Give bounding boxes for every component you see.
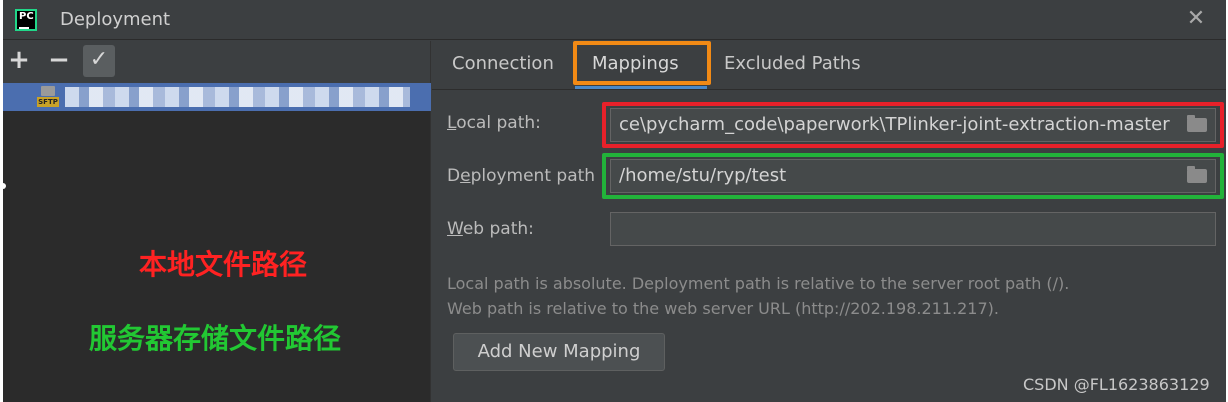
close-icon[interactable]: ✕ xyxy=(1183,6,1209,32)
add-server-button[interactable]: + xyxy=(3,45,35,77)
deployment-dialog: PC Deployment ✕ + − ✓ SFTP 本地文件路径 服务器存储文… xyxy=(0,0,1226,402)
web-path-field[interactable] xyxy=(610,212,1216,246)
help-line-2: Web path is relative to the web server U… xyxy=(447,299,999,318)
csdn-watermark: CSDN @FL1623863129 xyxy=(1023,375,1210,394)
pycharm-app-icon: PC xyxy=(15,9,37,31)
server-list-item-selected[interactable]: SFTP xyxy=(3,83,431,111)
server-list-panel: + − ✓ SFTP 本地文件路径 服务器存储文件路径 xyxy=(3,41,431,402)
server-name-redacted xyxy=(65,87,410,107)
mappings-panel: Connection Mappings Excluded Paths Local… xyxy=(432,41,1226,402)
tab-divider xyxy=(432,89,1226,90)
help-line-1: Local path is absolute. Deployment path … xyxy=(447,274,1070,293)
server-list-toolbar: + − ✓ xyxy=(3,41,430,83)
sftp-server-icon: SFTP xyxy=(37,86,59,108)
window-title: Deployment xyxy=(60,9,171,30)
set-default-check-button[interactable]: ✓ xyxy=(83,45,115,77)
remove-server-button[interactable]: − xyxy=(43,45,75,77)
tab-excluded-paths[interactable]: Excluded Paths xyxy=(724,41,861,87)
deployment-path-label: Deployment path xyxy=(447,166,596,186)
title-bar: PC Deployment ✕ xyxy=(3,0,1226,40)
splitter-handle[interactable] xyxy=(0,183,6,189)
highlight-local-path xyxy=(602,102,1224,148)
web-path-label: Web path: xyxy=(447,219,534,239)
local-path-label: Local path: xyxy=(447,113,541,133)
highlight-deployment-path xyxy=(602,153,1224,199)
annotation-local-path: 本地文件路径 xyxy=(139,248,308,281)
add-new-mapping-button[interactable]: Add New Mapping xyxy=(453,333,665,371)
tab-connection[interactable]: Connection xyxy=(452,41,554,87)
highlight-mappings-tab xyxy=(573,41,711,85)
annotation-server-path: 服务器存储文件路径 xyxy=(89,322,342,355)
mapping-help-text: Local path is absolute. Deployment path … xyxy=(447,271,1069,321)
